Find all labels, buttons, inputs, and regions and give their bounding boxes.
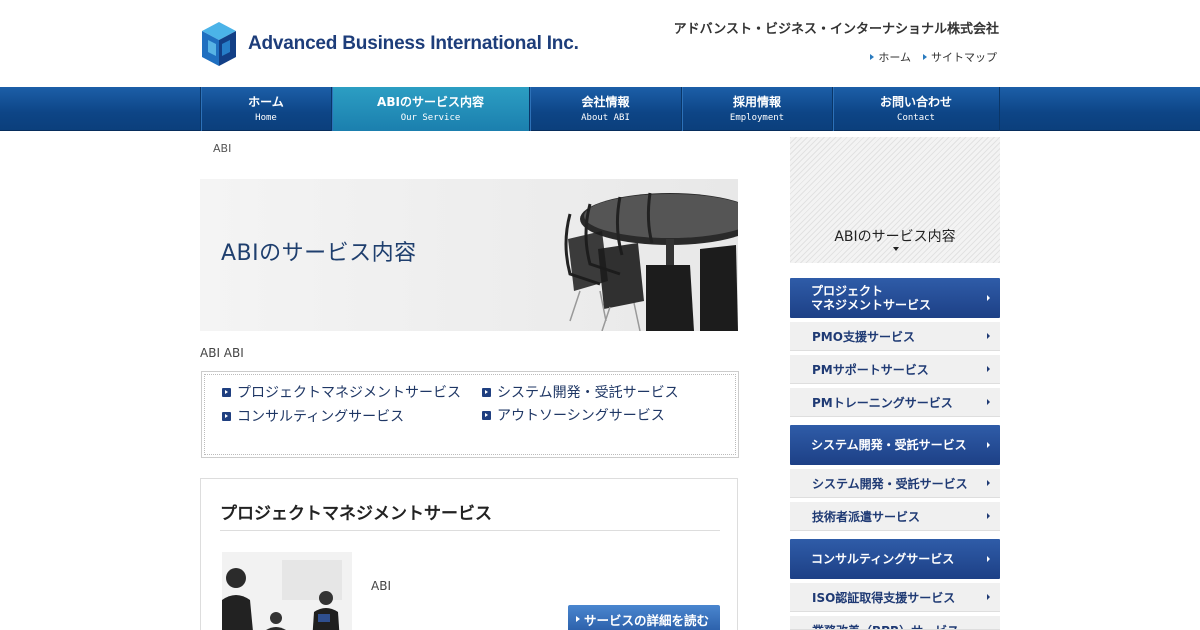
- nav-item-about[interactable]: 会社情報 About ABI: [530, 87, 682, 131]
- anchor-link-consulting[interactable]: コンサルティングサービス: [222, 406, 404, 426]
- section-title: プロジェクトマネジメントサービス: [220, 504, 492, 524]
- sidebar-item-iso[interactable]: ISO認証取得支援サービス: [790, 583, 1000, 612]
- nav-item-contact[interactable]: お問い合わせ Contact: [833, 87, 1000, 131]
- arrow-right-icon: [987, 442, 990, 448]
- anchor-link-project-management[interactable]: プロジェクトマネジメントサービス: [222, 382, 461, 402]
- arrow-right-icon: [987, 399, 990, 405]
- nav-sublabel: About ABI: [581, 112, 630, 123]
- sidebar-category-consulting[interactable]: コンサルティングサービス: [790, 539, 1000, 579]
- intro-text: ABI ABI: [200, 346, 244, 360]
- global-nav: ホーム Home ABIのサービス内容 Our Service 会社情報 Abo…: [0, 87, 1200, 131]
- nav-label: ABIのサービス内容: [377, 94, 484, 109]
- arrow-right-icon: [987, 513, 990, 519]
- divider: [220, 530, 720, 531]
- service-section-project-management: プロジェクトマネジメントサービス ABI サービスの詳細を読む: [200, 478, 738, 630]
- top-link-label: サイトマップ: [931, 51, 997, 64]
- arrow-right-icon: [923, 54, 927, 60]
- nav-sublabel: Home: [255, 112, 277, 123]
- sidebar-item-label: システム開発・受託サービス: [812, 476, 968, 491]
- arrow-square-icon: [222, 411, 231, 421]
- arrow-right-icon: [987, 556, 990, 562]
- sidebar-category-label: コンサルティングサービス: [811, 552, 955, 566]
- nav-label: 採用情報: [732, 94, 781, 109]
- anchor-link-label: システム開発・受託サービス: [497, 385, 679, 401]
- read-service-details-button[interactable]: サービスの詳細を読む: [568, 605, 720, 630]
- sidebar-category-label: プロジェクト マネジメントサービス: [811, 284, 932, 312]
- arrow-right-icon: [987, 333, 990, 339]
- sidebar-category-system-development[interactable]: システム開発・受託サービス: [790, 425, 1000, 465]
- service-anchor-box: プロジェクトマネジメントサービス システム開発・受託サービス コンサルティングサ…: [201, 371, 739, 458]
- sidebar-item-label: 技術者派遣サービス: [812, 509, 921, 524]
- sidebar-item-system-development[interactable]: システム開発・受託サービス: [790, 469, 1000, 498]
- company-name: アドバンスト・ビジネス・インターナショナル株式会社: [673, 22, 999, 37]
- nav-item-home[interactable]: ホーム Home: [201, 87, 332, 131]
- sidebar-item-engineer-dispatch[interactable]: 技術者派遣サービス: [790, 502, 1000, 531]
- sidebar-item-label: ISO認証取得支援サービス: [812, 590, 956, 605]
- sidebar-item-pmo[interactable]: PMO支援サービス: [790, 322, 1000, 351]
- arrow-square-icon: [482, 387, 491, 397]
- business-people-image: [222, 552, 352, 630]
- site-header: Advanced Business International Inc. アドバ…: [0, 0, 1200, 87]
- arrow-right-icon: [870, 54, 875, 60]
- nav-item-employment[interactable]: 採用情報 Employment: [682, 87, 833, 131]
- anchor-link-label: プロジェクトマネジメントサービス: [237, 385, 461, 401]
- sidebar-item-label: PMサポートサービス: [812, 362, 929, 377]
- page-title: ABIのサービス内容: [221, 241, 417, 266]
- arrow-right-icon: [987, 295, 990, 301]
- utility-links: ホーム サイトマップ: [870, 49, 997, 65]
- sidebar-item-label: PMO支援サービス: [812, 329, 915, 344]
- sidebar-item-pm-support[interactable]: PMサポートサービス: [790, 355, 1000, 384]
- sidebar-heading: ABIのサービス内容: [790, 137, 1000, 263]
- nav-sublabel: Contact: [897, 112, 935, 123]
- sidebar-title: ABIのサービス内容: [834, 229, 956, 245]
- nav-label: お問い合わせ: [879, 94, 952, 109]
- arrow-right-icon: [987, 480, 990, 486]
- sidebar-category-project-management[interactable]: プロジェクト マネジメントサービス: [790, 278, 1000, 318]
- nav-sublabel: Our Service: [400, 112, 461, 123]
- anchor-link-label: アウトソーシングサービス: [497, 408, 665, 424]
- sidebar-item-label: 業務改善（BPR）サービス: [812, 622, 959, 629]
- anchor-link-label: コンサルティングサービス: [237, 409, 405, 425]
- nav-label: ホーム: [248, 94, 284, 109]
- anchor-link-outsourcing[interactable]: アウトソーシングサービス: [482, 405, 665, 425]
- meeting-room-image: [564, 192, 738, 331]
- caret-down-icon: [893, 247, 899, 251]
- site-logo[interactable]: Advanced Business International Inc.: [200, 20, 579, 68]
- top-link-sitemap[interactable]: サイトマップ: [923, 49, 997, 65]
- nav-sublabel: Employment: [729, 112, 785, 123]
- sidebar-item-label: PMトレーニングサービス: [812, 395, 953, 410]
- arrow-right-icon: [576, 616, 580, 622]
- arrow-square-icon: [222, 387, 231, 397]
- nav-item-service[interactable]: ABIのサービス内容 Our Service: [332, 87, 530, 131]
- sidebar-item-bpr[interactable]: 業務改善（BPR）サービス: [790, 616, 1000, 630]
- breadcrumb[interactable]: ABI: [213, 142, 231, 155]
- sidebar-category-label: システム開発・受託サービス: [811, 438, 967, 452]
- hero-banner: ABIのサービス内容: [200, 179, 738, 331]
- anchor-link-system-development[interactable]: システム開発・受託サービス: [482, 382, 679, 402]
- top-link-label: ホーム: [878, 51, 911, 64]
- button-label: サービスの詳細を読む: [584, 612, 710, 628]
- arrow-right-icon: [987, 366, 990, 372]
- sidebar-item-pm-training[interactable]: PMトレーニングサービス: [790, 388, 1000, 417]
- nav-label: 会社情報: [581, 94, 630, 109]
- logo-text: Advanced Business International Inc.: [248, 33, 579, 54]
- arrow-right-icon: [987, 594, 990, 600]
- top-link-home[interactable]: ホーム: [870, 49, 911, 65]
- logo-cube-icon: [202, 22, 236, 66]
- arrow-square-icon: [482, 410, 491, 420]
- section-description: ABI: [371, 579, 391, 593]
